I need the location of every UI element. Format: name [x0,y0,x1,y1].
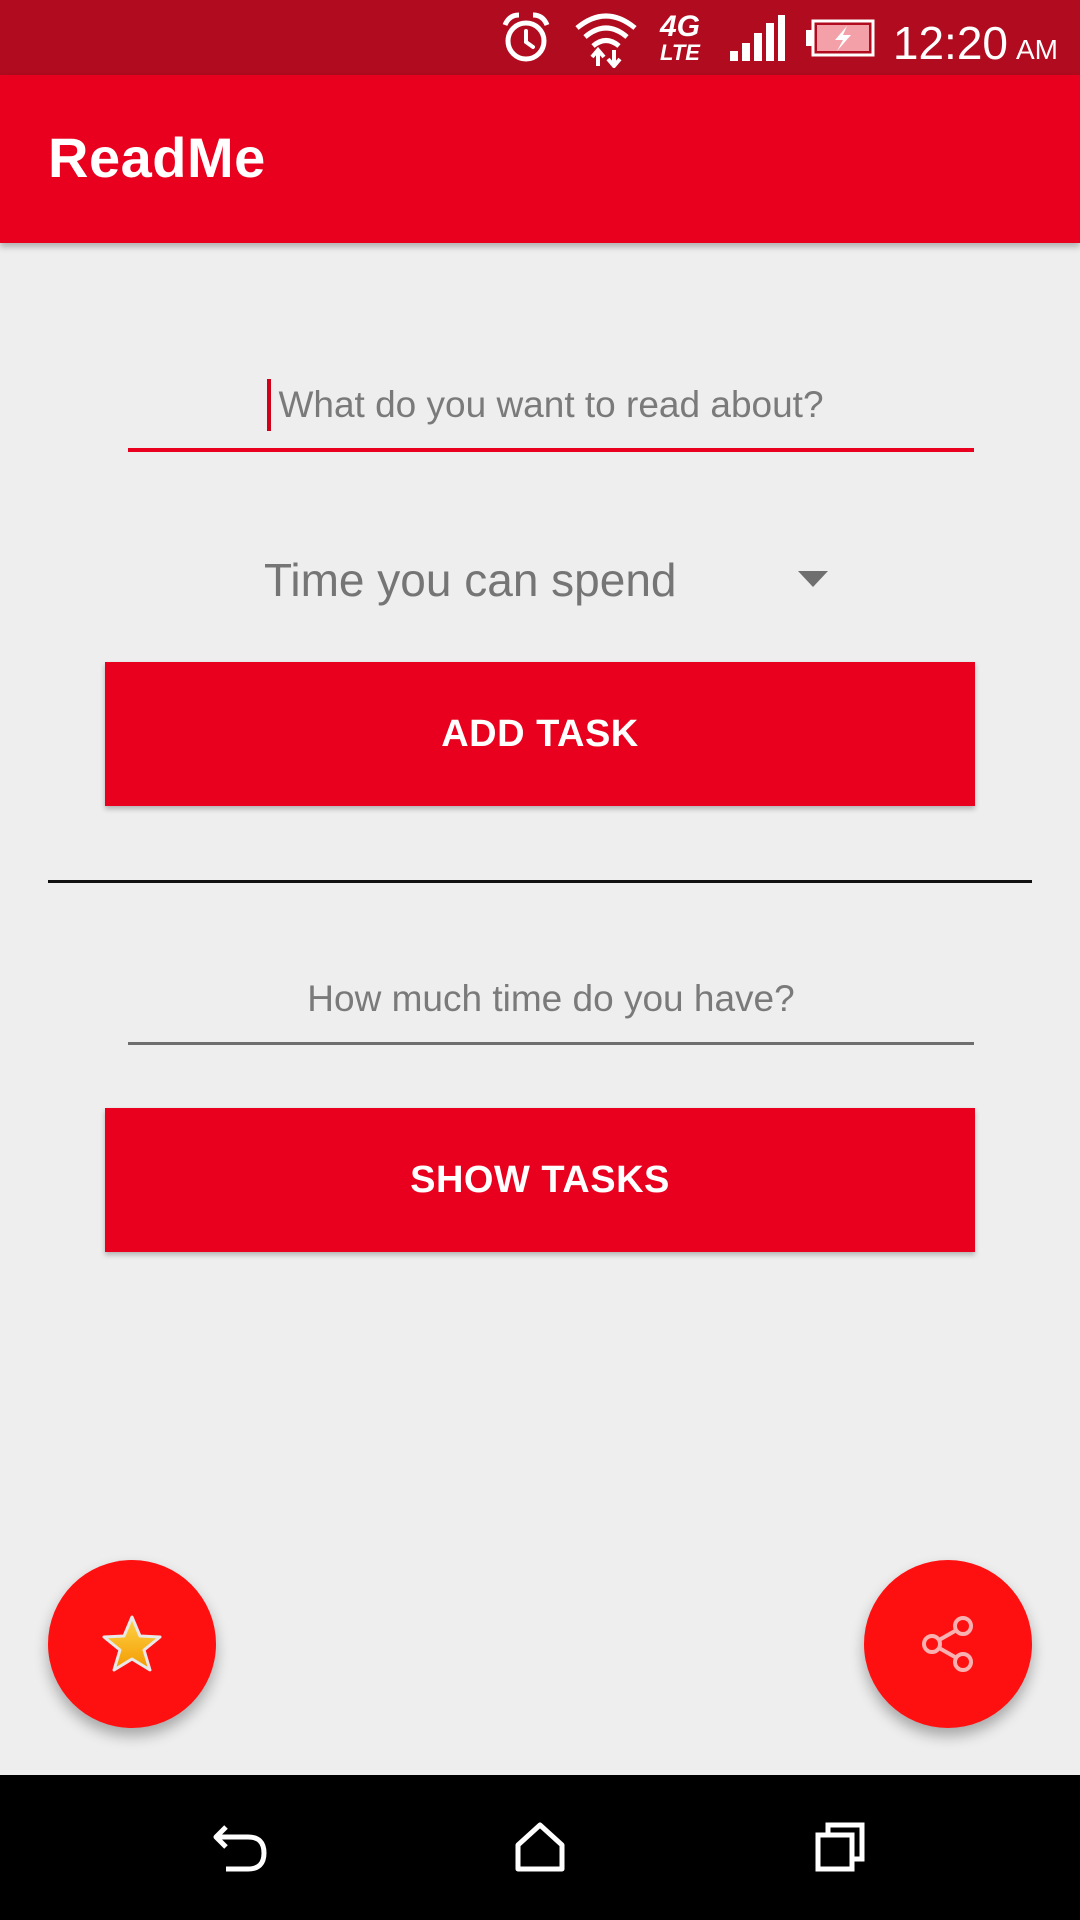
divider [48,880,1032,883]
recents-button[interactable] [790,1797,890,1897]
status-clock: 12:20 AM [892,17,1058,69]
app-bar: ReadMe [0,75,1080,243]
navigation-bar [0,1775,1080,1920]
back-icon [213,1825,267,1872]
lte-icon: 4G LTE [659,10,701,65]
home-button[interactable] [490,1797,590,1897]
add-task-button[interactable]: ADD TASK [105,662,975,806]
home-icon [515,1822,565,1872]
show-tasks-button[interactable]: SHOW TASKS [105,1108,975,1252]
alarm-icon [496,10,556,66]
time-spinner-label: Time you can spend [264,554,677,606]
text-cursor [267,379,271,431]
topic-input-container[interactable] [128,362,974,452]
battery-charging-icon [804,10,876,66]
share-icon [922,1616,973,1672]
wifi-icon [572,10,640,68]
status-bar: 4G LTE 12:20 AM [0,0,1080,75]
app-title: ReadMe [48,126,266,189]
signal-icon [726,10,788,66]
dropdown-arrow-icon [798,571,828,587]
available-time-input[interactable] [128,955,974,1042]
back-button[interactable] [190,1797,290,1897]
share-fab[interactable] [864,1560,1032,1728]
time-spinner[interactable]: Time you can spend [264,540,834,620]
recents-icon [815,1822,865,1872]
topic-input[interactable] [128,362,974,448]
star-icon [102,1615,162,1672]
available-time-input-container[interactable] [128,955,974,1045]
favorites-fab[interactable] [48,1560,216,1728]
